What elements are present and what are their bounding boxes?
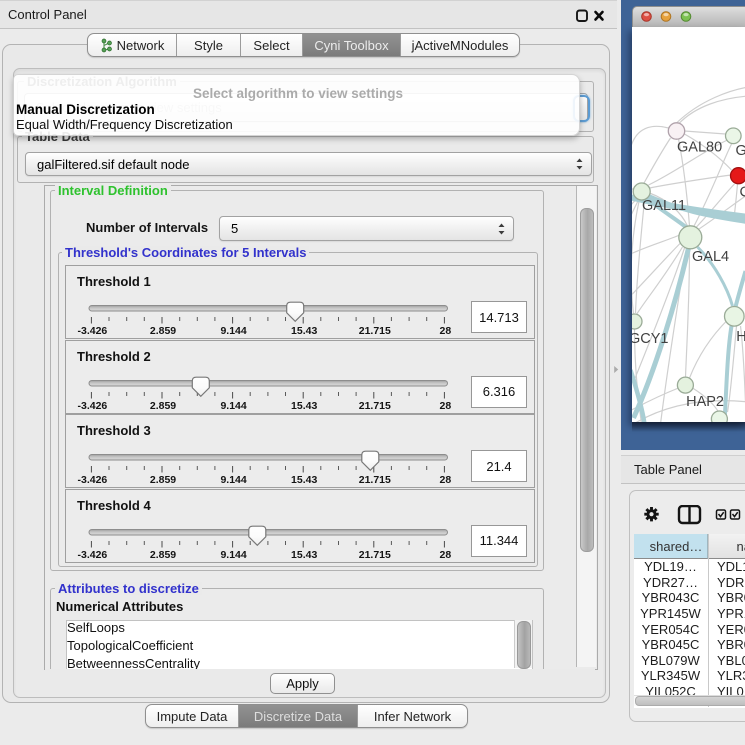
svg-text:GA: GA xyxy=(735,143,745,159)
svg-text:HAP2: HAP2 xyxy=(686,394,724,410)
svg-text:GCY1: GCY1 xyxy=(632,331,669,347)
svg-text:GAL4: GAL4 xyxy=(692,249,729,265)
svg-text:HI: HI xyxy=(736,329,745,345)
svg-text:GAL11: GAL11 xyxy=(642,198,686,214)
svg-text:GAL80: GAL80 xyxy=(677,140,722,156)
svg-text:CA: CA xyxy=(739,185,745,201)
